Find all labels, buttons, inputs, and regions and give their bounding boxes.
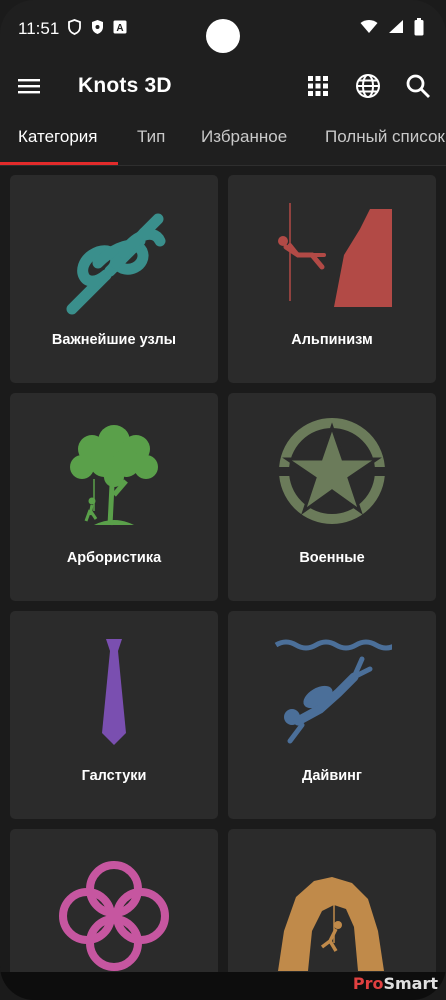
category-label: Галстуки <box>81 768 147 784</box>
grid-icon[interactable] <box>304 72 332 100</box>
tree-icon <box>70 425 158 526</box>
tab-bar: Категория Тип Избранное Полный список <box>0 114 446 166</box>
diver-icon <box>274 639 392 744</box>
status-time: 11:51 <box>18 19 60 38</box>
category-label: Военные <box>299 550 365 566</box>
tab-category[interactable]: Категория <box>18 114 97 164</box>
category-label: Дайвинг <box>302 768 362 784</box>
military-star-icon <box>278 418 386 524</box>
decorative-knot-icon <box>59 861 169 971</box>
app-title: Knots 3D <box>78 74 172 97</box>
app-bar: Knots 3D <box>0 58 446 114</box>
category-card-military[interactable]: Военные <box>228 393 436 601</box>
category-card-climbing[interactable]: Альпинизм <box>228 175 436 383</box>
svg-text:A: A <box>117 23 124 34</box>
category-label: Важнейшие узлы <box>51 332 177 348</box>
tab-full-list[interactable]: Полный список <box>325 114 445 164</box>
necktie-icon <box>102 639 126 745</box>
category-card-decorative[interactable] <box>10 829 218 972</box>
shield-outline-icon <box>67 18 82 40</box>
category-card-ties[interactable]: Галстуки <box>10 611 218 819</box>
category-card-diving[interactable]: Дайвинг <box>228 611 436 819</box>
climbing-icon <box>278 203 392 307</box>
tab-type[interactable]: Тип <box>137 114 165 164</box>
battery-icon <box>414 17 424 41</box>
tab-favorites[interactable]: Избранное <box>201 114 287 164</box>
category-card-caving[interactable] <box>228 829 436 972</box>
globe-icon[interactable] <box>354 72 382 100</box>
knot-icon <box>66 213 166 315</box>
category-card-arboriculture[interactable]: Арбористика <box>10 393 218 601</box>
category-label: Арбористика <box>66 550 162 566</box>
category-label: Альпинизм <box>291 332 373 348</box>
menu-icon[interactable] <box>18 73 44 99</box>
watermark-logo: ProSmart <box>352 974 438 993</box>
wifi-icon <box>360 19 378 39</box>
caving-icon <box>278 877 384 971</box>
shield-filled-icon <box>90 19 105 40</box>
front-camera <box>206 19 240 53</box>
phone-screen: 11:51 A Knots 3D Категория Тип Избранное… <box>0 0 446 1000</box>
font-a-icon: A <box>113 19 127 39</box>
category-grid: Важнейшие узлы Альпинизм Арбористика Вое… <box>0 166 446 972</box>
category-card-essential-knots[interactable]: Важнейшие узлы <box>10 175 218 383</box>
signal-icon <box>388 19 404 39</box>
search-icon[interactable] <box>404 72 432 100</box>
